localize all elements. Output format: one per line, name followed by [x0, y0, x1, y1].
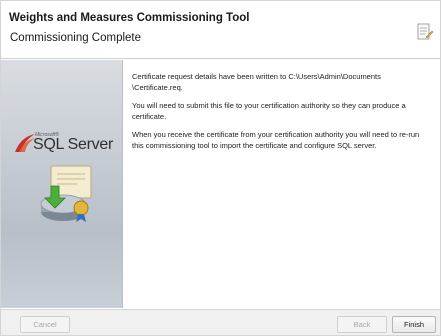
message-paragraph-submit: You will need to submit this file to you…	[132, 101, 406, 121]
certificate-download-icon	[40, 165, 92, 222]
page-subtitle: Commissioning Complete	[10, 32, 142, 44]
content-area: Certificate request details have been wr…	[132, 71, 432, 158]
sql-server-logo: Microsoft® SQL Server	[13, 132, 121, 158]
logo-product: SQL Server	[33, 136, 113, 153]
window-title: Weights and Measures Commissioning Tool	[9, 12, 250, 24]
wizard-document-icon	[417, 23, 434, 40]
message-paragraph-output-path: Certificate request details have been wr…	[132, 72, 381, 92]
message-paragraph-rerun: When you receive the certificate from yo…	[132, 130, 420, 150]
button-bar: Cancel Back Finish	[1, 309, 440, 335]
wizard-window: Weights and Measures Commissioning Tool …	[0, 0, 441, 336]
cancel-button[interactable]: Cancel	[20, 316, 70, 333]
wizard-sidebar: Microsoft® SQL Server	[1, 60, 123, 308]
finish-button[interactable]: Finish	[392, 316, 436, 333]
wizard-header: Weights and Measures Commissioning Tool …	[1, 1, 440, 59]
back-button[interactable]: Back	[337, 316, 387, 333]
